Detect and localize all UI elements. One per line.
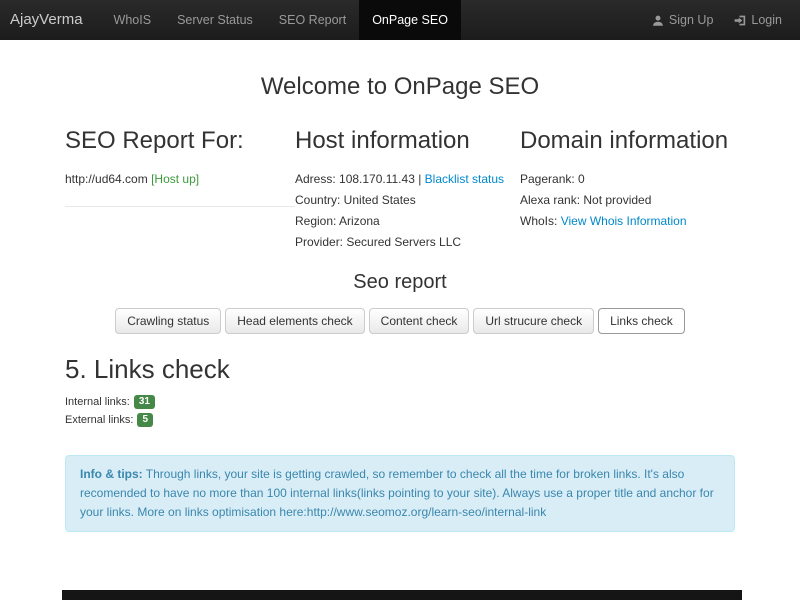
external-links-count-badge: 5	[137, 413, 153, 427]
brand-link[interactable]: AjayVerma	[0, 0, 101, 40]
seo-report-for-title: SEO Report For:	[65, 127, 295, 155]
external-links-row: External links: 5	[65, 413, 800, 427]
site-url: http://ud64.com	[65, 172, 148, 186]
tab-crawling-status[interactable]: Crawling status	[115, 308, 221, 334]
blacklist-status-link[interactable]: Blacklist status	[425, 172, 504, 186]
tab-links-check[interactable]: Links check	[598, 308, 685, 334]
page: AjayVerma WhoIS Server Status SEO Report…	[0, 0, 800, 600]
nav-right: Sign Up Login	[642, 0, 800, 40]
divider	[65, 206, 295, 207]
login-link[interactable]: Login	[723, 0, 792, 40]
page-title: Welcome to OnPage SEO	[0, 73, 800, 101]
signup-label: Sign Up	[669, 13, 713, 27]
nav-items: WhoIS Server Status SEO Report OnPage SE…	[101, 0, 461, 40]
info-columns: SEO Report For: http://ud64.com [Host up…	[0, 127, 800, 253]
host-country: Country: United States	[295, 190, 520, 211]
domain-alexa-rank: Alexa rank: Not provided	[520, 190, 735, 211]
nav-item-server-status[interactable]: Server Status	[164, 0, 266, 40]
host-provider: Provider: Secured Servers LLC	[295, 232, 520, 253]
links-stats: Internal links: 31 External links: 5	[65, 395, 800, 427]
nav-item-whois[interactable]: WhoIS	[101, 0, 165, 40]
internal-links-row: Internal links: 31	[65, 395, 800, 409]
host-information-title: Host information	[295, 127, 520, 155]
user-icon	[652, 14, 664, 27]
info-tips-text: Through links, your site is getting craw…	[80, 467, 714, 519]
domain-information-title: Domain information	[520, 127, 735, 155]
tab-content-check[interactable]: Content check	[369, 308, 470, 334]
host-status: [Host up]	[151, 172, 199, 186]
host-address: Adress: 108.170.11.43 |	[295, 172, 421, 186]
login-icon	[733, 14, 746, 27]
view-whois-link[interactable]: View Whois Information	[561, 214, 687, 228]
login-label: Login	[751, 13, 782, 27]
report-tab-buttons: Crawling status Head elements check Cont…	[0, 308, 800, 334]
host-information-section: Host information Adress: 108.170.11.43 |…	[295, 127, 520, 253]
domain-information-section: Domain information Pagerank: 0 Alexa ran…	[520, 127, 735, 253]
domain-pagerank: Pagerank: 0	[520, 169, 735, 190]
info-tips-alert: Info & tips: Through links, your site is…	[65, 455, 735, 532]
nav-item-seo-report[interactable]: SEO Report	[266, 0, 359, 40]
host-region: Region: Arizona	[295, 211, 520, 232]
tab-head-elements-check[interactable]: Head elements check	[225, 308, 364, 334]
internal-links-label: Internal links:	[65, 396, 130, 408]
footer-bar	[62, 590, 742, 600]
whois-label: WhoIs:	[520, 214, 557, 228]
seo-report-for-section: SEO Report For: http://ud64.com [Host up…	[65, 127, 295, 253]
top-navbar: AjayVerma WhoIS Server Status SEO Report…	[0, 0, 800, 40]
signup-link[interactable]: Sign Up	[642, 0, 723, 40]
info-tips-prefix: Info & tips:	[80, 467, 143, 481]
external-links-label: External links:	[65, 414, 133, 426]
links-check-title: 5. Links check	[65, 354, 800, 385]
nav-item-onpage-seo[interactable]: OnPage SEO	[359, 0, 461, 40]
internal-links-count-badge: 31	[134, 395, 155, 409]
tab-url-structure-check[interactable]: Url strucure check	[473, 308, 594, 334]
seo-report-section-title: Seo report	[0, 271, 800, 294]
